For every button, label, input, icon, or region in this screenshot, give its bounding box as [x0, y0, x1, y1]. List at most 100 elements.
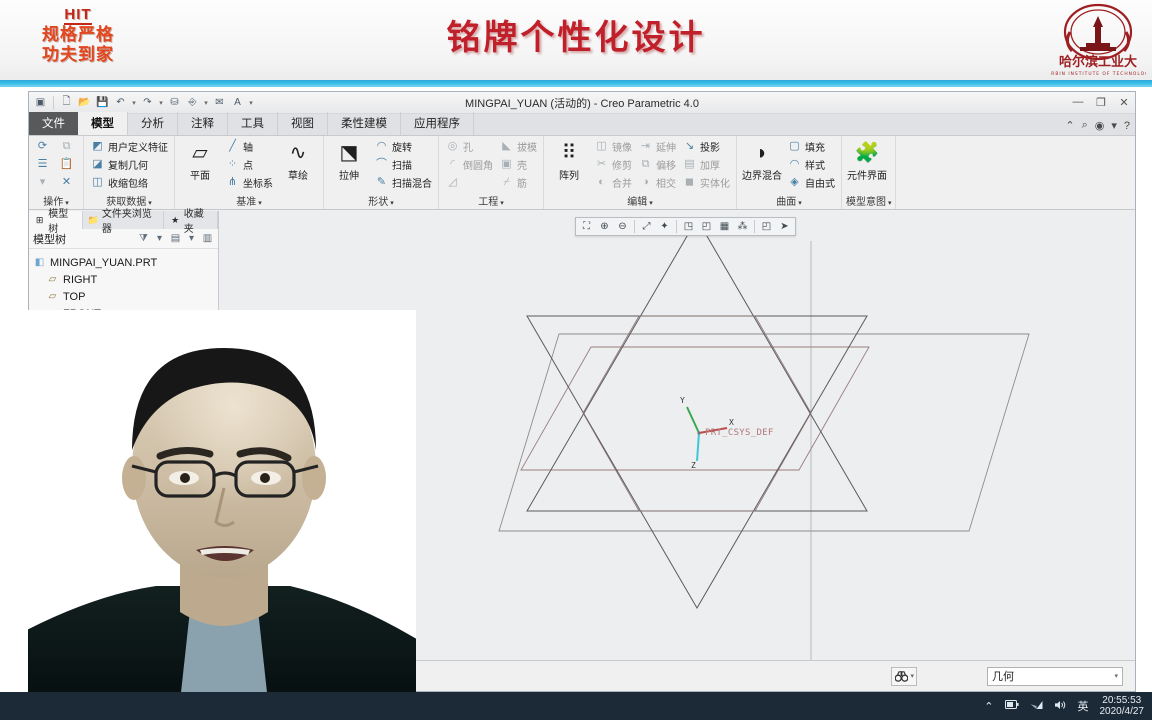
undo-caret-icon[interactable]: ▾: [130, 99, 138, 107]
draft-button[interactable]: ◣ 拔模: [497, 138, 539, 155]
clock[interactable]: 20:55:53 2020/4/27: [1100, 695, 1145, 717]
find-caret-icon[interactable]: ▾: [909, 672, 914, 680]
udf-button[interactable]: ◩ 用户定义特征: [88, 138, 170, 155]
thicken-button[interactable]: ▤ 加厚: [680, 156, 732, 173]
tree-columns-icon[interactable]: ▥: [201, 231, 214, 246]
perspective-icon[interactable]: ⁂: [734, 219, 751, 235]
copy-button[interactable]: ⧉: [57, 138, 79, 155]
ribbon-tab-right-tools[interactable]: ⌃ ⌕ ◉ ▾?: [1065, 119, 1130, 132]
chevron-down-icon[interactable]: ▾: [498, 200, 504, 207]
ribbon-tab-1[interactable]: 模型: [78, 112, 128, 135]
sweep-button[interactable]: ⌒ 扫描: [372, 156, 434, 173]
chevron-down-icon[interactable]: ▾: [647, 200, 653, 207]
saved-orientations-icon[interactable]: ◰: [698, 219, 715, 235]
layer-icon[interactable]: ◰: [758, 219, 775, 235]
zoom-in-icon[interactable]: ⊕: [596, 219, 613, 235]
copy-geometry-button[interactable]: ◪ 复制几何: [88, 156, 170, 173]
offset-button[interactable]: ⧉ 偏移: [636, 156, 678, 173]
chevron-down-icon[interactable]: ▾: [886, 200, 892, 207]
datum-plane-button[interactable]: ▱ 平面: [179, 138, 221, 182]
selection-filter-select[interactable]: 几何 ▾: [987, 666, 1123, 686]
freestyle-button[interactable]: ◈ 自由式: [785, 174, 837, 191]
help-icon[interactable]: ?: [1124, 120, 1130, 132]
extrude-button[interactable]: ⬔ 拉伸: [328, 138, 370, 182]
trim-button[interactable]: ✂ 修剪: [592, 156, 634, 173]
pattern-button[interactable]: ⠿ 阵列: [548, 138, 590, 182]
collapse-ribbon-icon[interactable]: ⌃: [1065, 119, 1074, 132]
show-hidden-icons[interactable]: ⌃: [984, 700, 993, 713]
boundary-blend-button[interactable]: ◗ 边界混合: [741, 138, 783, 182]
ribbon-tab-5[interactable]: 视图: [278, 112, 328, 135]
redo-icon[interactable]: ↷: [139, 94, 156, 111]
redo-caret-icon[interactable]: ▾: [157, 99, 165, 107]
ribbon-tab-7[interactable]: 应用程序: [401, 112, 474, 135]
minimize-button[interactable]: —: [1071, 96, 1085, 109]
refit-icon[interactable]: ⛶: [578, 219, 595, 235]
customize-qat-icon[interactable]: ▾: [247, 99, 255, 107]
settings-icon[interactable]: ◉: [1095, 119, 1105, 132]
model-tree-tools[interactable]: ⧩ ▾ ▤ ▾ ▥: [137, 231, 214, 246]
ribbon-tab-0[interactable]: 文件: [29, 112, 78, 135]
revolve-button[interactable]: ◠ 旋转: [372, 138, 434, 155]
rib-button[interactable]: ⌿ 筋: [497, 174, 539, 191]
delete-caret-button[interactable]: ▾: [33, 174, 55, 191]
coordinate-system-button[interactable]: ⋔ 坐标系: [223, 174, 275, 191]
close-window-icon[interactable]: ✉: [211, 94, 228, 111]
repaint-icon[interactable]: ⤢: [638, 219, 655, 235]
swept-blend-button[interactable]: ✎ 扫描混合: [372, 174, 434, 191]
model-tree-node[interactable]: ◧ MINGPAI_YUAN.PRT: [33, 254, 214, 271]
chevron-down-icon[interactable]: ▾: [796, 200, 802, 207]
round-button[interactable]: ◜ 倒圆角: [443, 156, 495, 173]
wifi-icon[interactable]: [1030, 700, 1043, 713]
extend-button[interactable]: ⇥ 延伸: [636, 138, 678, 155]
regenerate-button[interactable]: ⟳: [33, 138, 55, 155]
merge-button[interactable]: ◐ 合并: [592, 174, 634, 191]
solidify-button[interactable]: ◼ 实体化: [680, 174, 732, 191]
sketch-button[interactable]: ∿ 草绘: [277, 138, 319, 182]
window-icon[interactable]: ⎆: [184, 94, 201, 111]
chevron-down-icon[interactable]: ▾: [256, 200, 262, 207]
search-icon[interactable]: ⌕: [1082, 119, 1088, 132]
graphics-toolbar[interactable]: ⛶ ⊕ ⊖ ⤢ ✦ ◳ ◰ ▦ ⁂ ◰ ➤: [575, 217, 796, 236]
paste-button[interactable]: 📋: [57, 156, 79, 173]
intersect-button[interactable]: ◑ 相交: [636, 174, 678, 191]
ribbon-tab-6[interactable]: 柔性建模: [328, 112, 401, 135]
model-tree-node[interactable]: ▱ RIGHT: [33, 271, 214, 288]
component-interface-button[interactable]: 🧩 元件界面: [846, 138, 888, 182]
tree-settings-caret-icon[interactable]: ▾: [185, 231, 198, 246]
model-tree-node[interactable]: ▱ TOP: [33, 288, 214, 305]
fill-button[interactable]: ▢ 填充: [785, 138, 837, 155]
navigator-tab-bar[interactable]: ⊞ 模型树 📁 文件夹浏览器 ★ 收藏夹: [29, 209, 218, 235]
style-button[interactable]: ◠ 样式: [785, 156, 837, 173]
window-caret-icon[interactable]: ▾: [202, 99, 210, 107]
navigator-tab-1[interactable]: 📁 文件夹浏览器: [83, 209, 165, 235]
app-menu-icon[interactable]: ▣: [32, 94, 49, 111]
find-button[interactable]: ▾: [891, 666, 917, 686]
quick-access-toolbar[interactable]: ▣ 🗋 📂 💾 ↶ ▾ ↷ ▾ ⛁ ⎆ ▾ ✉ A ▾: [29, 94, 255, 111]
battery-icon[interactable]: [1004, 700, 1019, 712]
navigator-tab-2[interactable]: ★ 收藏夹: [164, 209, 218, 235]
ribbon-tab-4[interactable]: 工具: [228, 112, 278, 135]
delete-button[interactable]: ✕: [57, 174, 79, 191]
chamfer-button[interactable]: ◿: [443, 174, 495, 191]
project-button[interactable]: ↘ 投影: [680, 138, 732, 155]
annotate-icon[interactable]: A: [229, 94, 246, 111]
new-file-icon[interactable]: 🗋: [58, 94, 75, 111]
appearance-icon[interactable]: ➤: [776, 219, 793, 235]
close-button[interactable]: ✕: [1117, 96, 1131, 109]
view-manager-icon[interactable]: ▦: [716, 219, 733, 235]
shell-button[interactable]: ▣ 壳: [497, 156, 539, 173]
settings-caret-icon[interactable]: ▾: [1111, 119, 1117, 132]
ribbon-tab-bar[interactable]: 文件 模型 分析 注释 工具 视图 柔性建模 应用程序 ⌃ ⌕ ◉ ▾?: [29, 112, 1135, 136]
datum-axis-button[interactable]: ╱ 轴: [223, 138, 275, 155]
ime-indicator[interactable]: 英: [1078, 698, 1089, 714]
volume-icon[interactable]: [1054, 700, 1067, 713]
save-icon[interactable]: 💾: [94, 94, 111, 111]
list-button[interactable]: ☰: [33, 156, 55, 173]
filter-caret-icon[interactable]: ▾: [153, 231, 166, 246]
ribbon[interactable]: ⟳ ☰ ▾ ⧉ 📋 ✕ 操作 ▾ ◩ 用户定义特征 ◪ 复制几何 ◫ 收缩包络 获取数据 ▾ ▱ 平面 ╱ 轴 ⁘ 点…: [29, 136, 1135, 210]
navigator-tab-0[interactable]: ⊞ 模型树: [29, 209, 83, 235]
shrinkwrap-button[interactable]: ◫ 收缩包络: [88, 174, 170, 191]
datum-display-icon[interactable]: ✦: [656, 219, 673, 235]
restore-button[interactable]: ❐: [1094, 96, 1108, 109]
